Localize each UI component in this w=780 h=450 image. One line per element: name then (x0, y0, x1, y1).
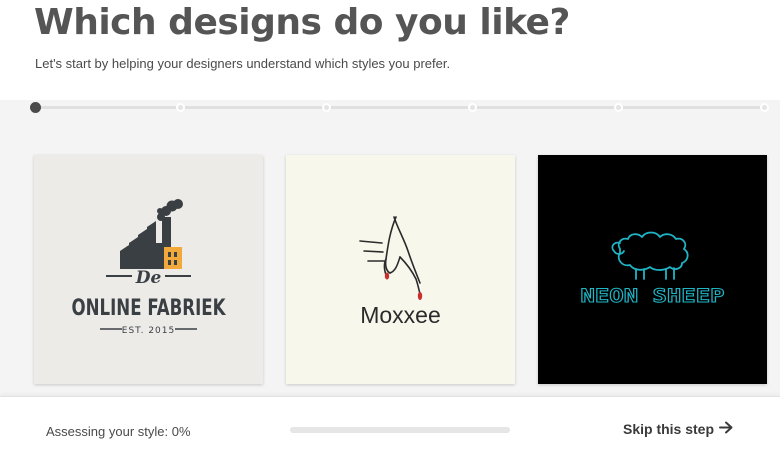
assessing-style-label: Assessing your style: 0% (46, 424, 191, 439)
arrow-right-icon (719, 421, 734, 437)
logo-tagline: EST. 2015 (122, 326, 175, 336)
step-dot-5 (614, 103, 623, 112)
step-track (34, 106, 766, 109)
neon-sheep-logo: NEON SHEEP (580, 231, 725, 308)
design-card-neon-sheep[interactable]: NEON SHEEP (538, 155, 767, 384)
page-subtitle: Let's start by helping your designers un… (35, 56, 451, 71)
logo-wordmark: Moxxee (360, 302, 441, 328)
online-fabriek-logo: De ONLINE FABRIEK EST. 2015 (72, 199, 227, 336)
skip-step-button[interactable]: Skip this step (623, 421, 734, 437)
design-card-moxxee[interactable]: Moxxee (286, 155, 515, 384)
step-dot-1 (30, 102, 41, 113)
logo-line-2: ONLINE FABRIEK (72, 296, 227, 321)
header: Which designs do you like? Let's start b… (0, 0, 780, 100)
nail-accent (384, 272, 423, 300)
step-dot-3 (322, 103, 331, 112)
factory-icon (120, 217, 182, 269)
hand-icon (359, 216, 421, 295)
step-dot-4 (468, 103, 477, 112)
style-progress-bar (290, 427, 510, 433)
footer-bar: Assessing your style: 0% Skip this step (0, 396, 780, 450)
step-dot-6 (760, 103, 769, 112)
skip-step-label: Skip this step (623, 421, 715, 437)
logo-line-1: De (135, 268, 162, 288)
design-card-online-fabriek[interactable]: De ONLINE FABRIEK EST. 2015 (34, 155, 263, 384)
logo-wordmark: NEON SHEEP (581, 285, 725, 307)
step-dot-2 (176, 103, 185, 112)
step-indicator (30, 100, 769, 116)
sheep-icon (611, 231, 689, 280)
moxxee-logo: Moxxee (359, 216, 441, 328)
page-title: Which designs do you like? (34, 2, 570, 43)
